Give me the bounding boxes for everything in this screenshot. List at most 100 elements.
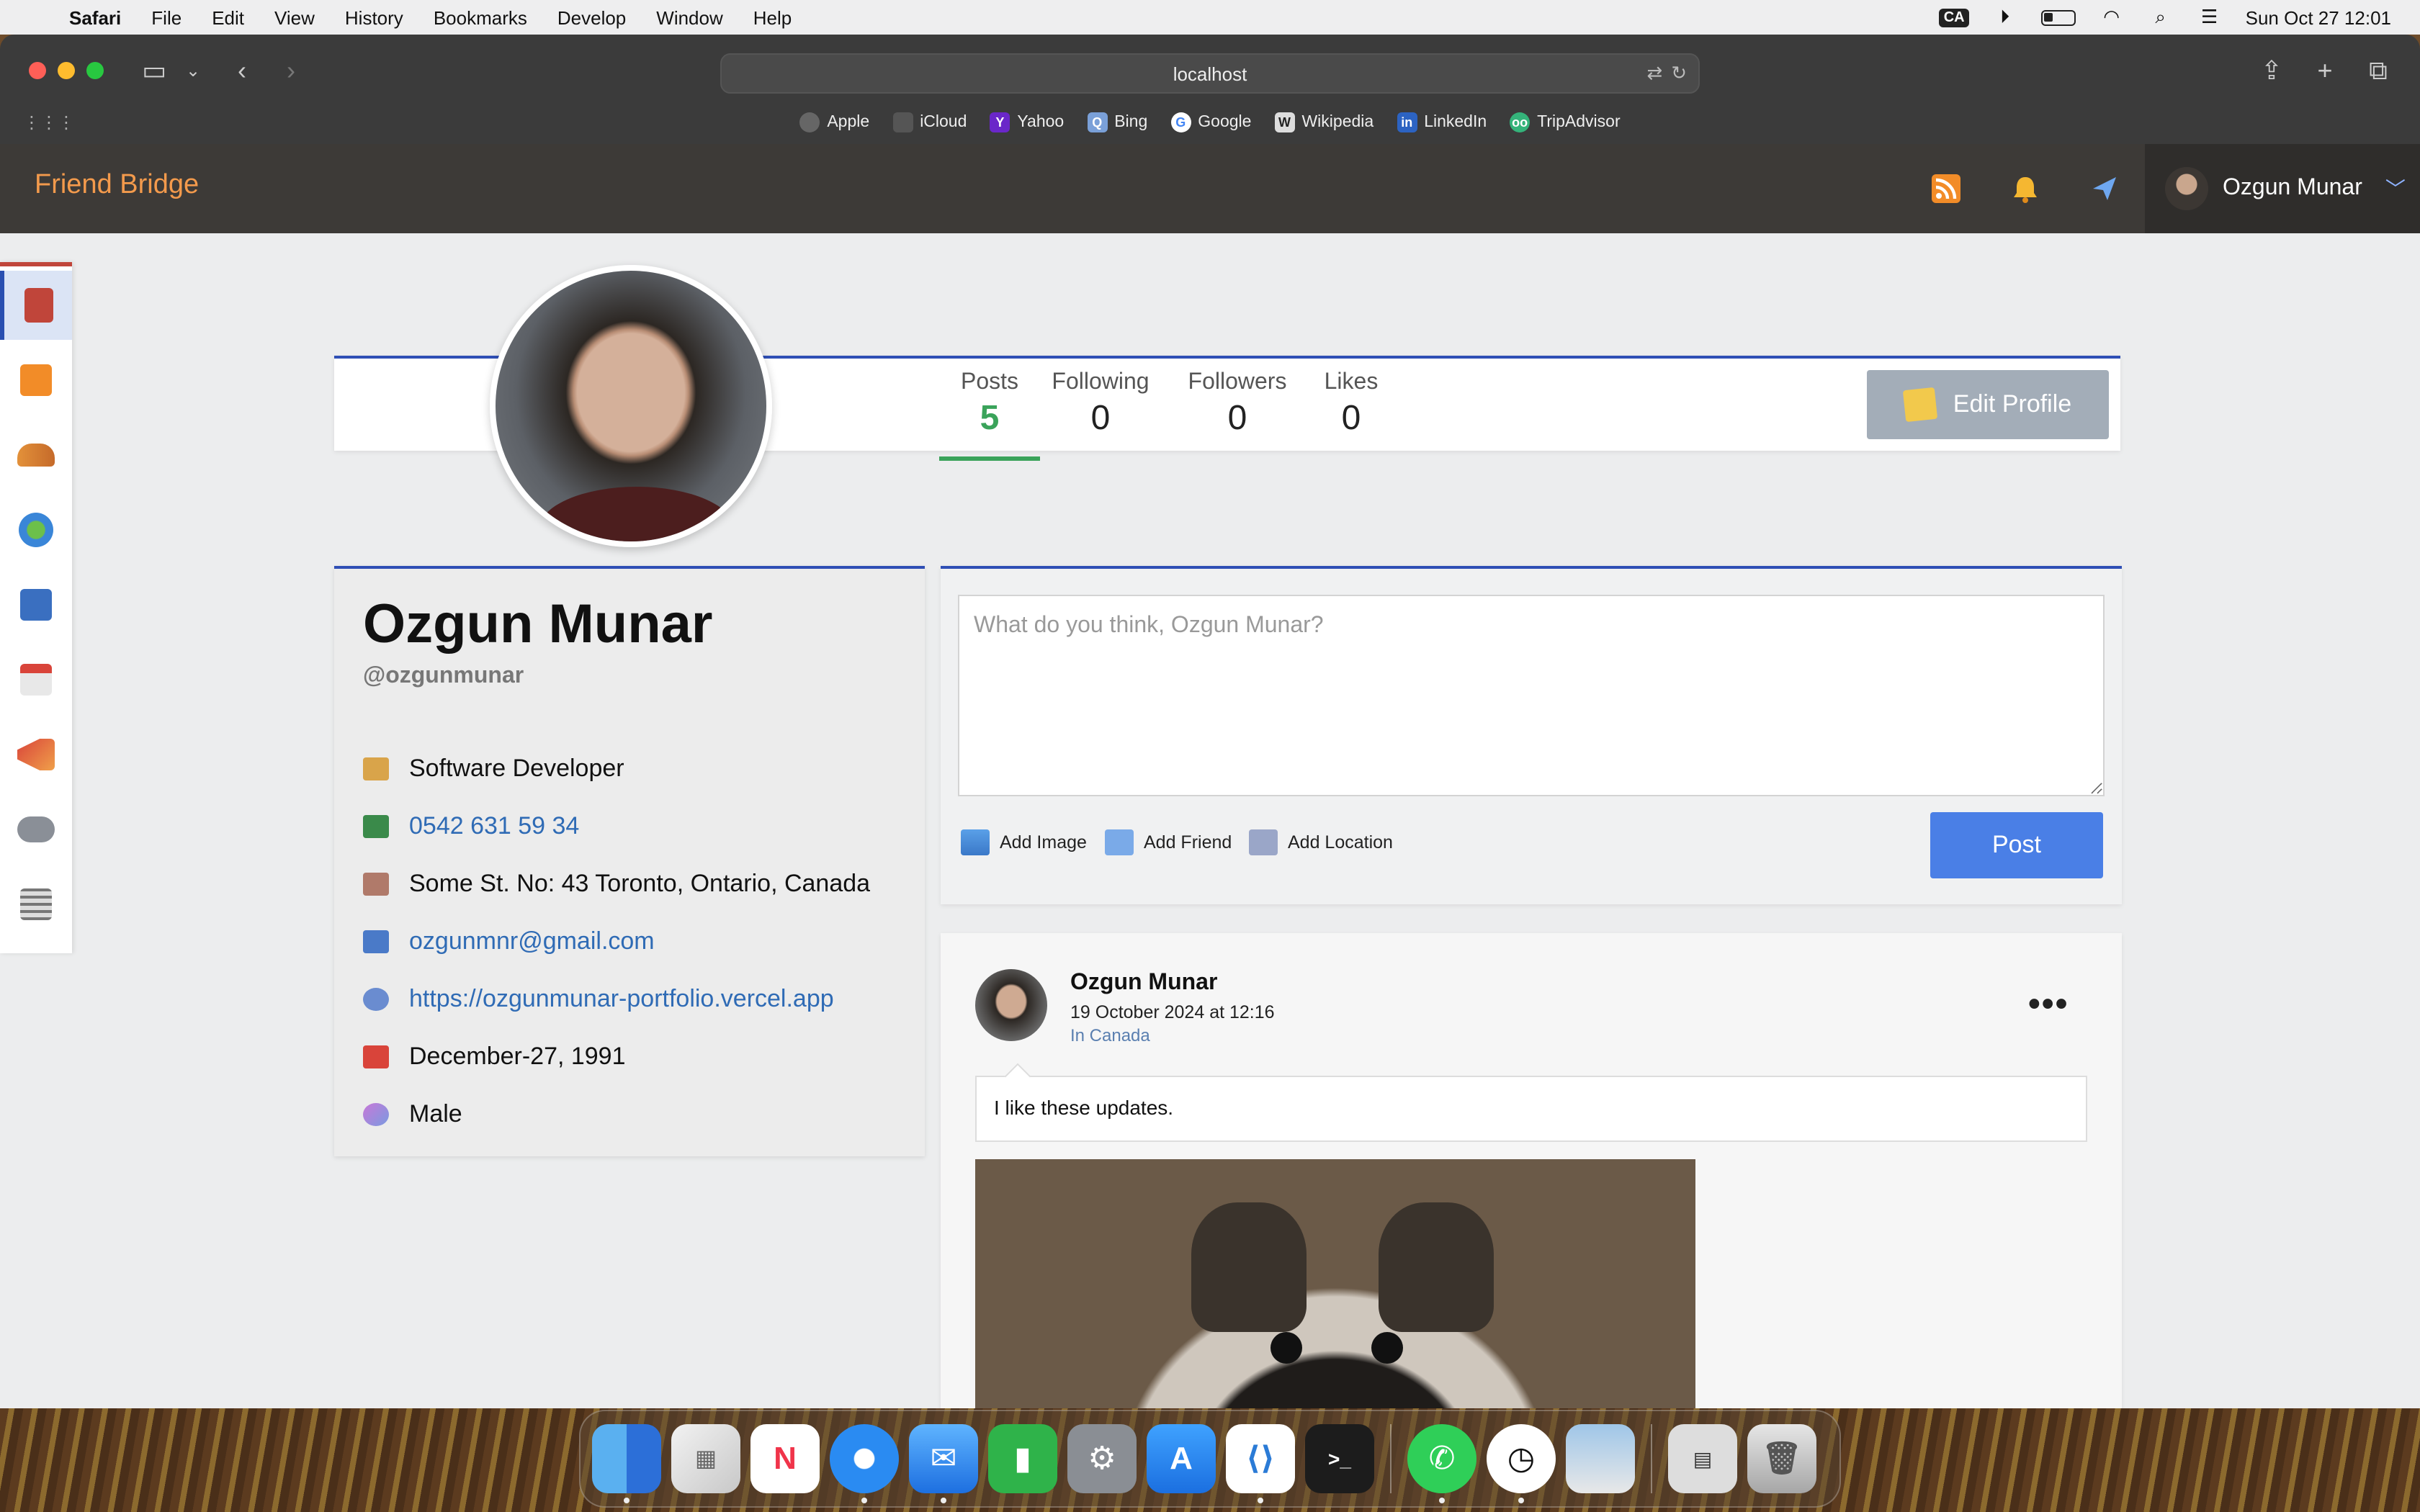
megaphone-icon xyxy=(17,739,55,770)
input-source-badge[interactable]: CA xyxy=(1939,8,1969,27)
rss-icon[interactable] xyxy=(1929,171,1963,206)
mail-icon[interactable]: ✉ xyxy=(909,1424,978,1503)
sidebar-item-explore[interactable] xyxy=(0,495,72,564)
safari-icon[interactable] xyxy=(830,1424,899,1503)
whatsapp-icon[interactable]: ✆ xyxy=(1407,1424,1476,1503)
play-icon[interactable]: ⏵ xyxy=(1992,6,2018,27)
profile-phone[interactable]: 0542 631 59 34 xyxy=(409,812,579,841)
url-text: localhost xyxy=(1173,63,1247,84)
post-button[interactable]: Post xyxy=(1930,812,2103,878)
running-indicator xyxy=(624,1498,629,1503)
new-tab-icon[interactable]: + xyxy=(2308,52,2342,89)
search-icon[interactable]: ⌕ xyxy=(2148,6,2174,27)
stat-value: 0 xyxy=(1090,399,1111,438)
favorite-google[interactable]: G Google xyxy=(1170,112,1251,132)
vscode-icon[interactable]: ⟨⟩ xyxy=(1226,1424,1295,1503)
documents-stack-icon[interactable]: ▤ xyxy=(1668,1424,1737,1493)
add-friend-button[interactable]: Add Friend xyxy=(1105,829,1232,855)
translate-icon[interactable]: ⇄ xyxy=(1646,62,1662,85)
menu-app-name[interactable]: Safari xyxy=(69,6,121,28)
back-icon[interactable]: ‹ xyxy=(225,52,259,89)
stat-likes[interactable]: Likes 0 xyxy=(1319,370,1383,439)
menu-window[interactable]: Window xyxy=(656,6,723,28)
favorite-label: Wikipedia xyxy=(1301,114,1374,131)
post-author[interactable]: Ozgun Munar xyxy=(1070,971,1217,996)
edit-profile-label: Edit Profile xyxy=(1953,390,2072,418)
stat-posts[interactable]: Posts 5 xyxy=(939,370,1040,461)
add-friend-label: Add Friend xyxy=(1144,832,1232,852)
sidebar-toggle-icon[interactable]: ▭ xyxy=(137,52,171,89)
sidebar-item-profile[interactable] xyxy=(0,271,72,340)
more-options-icon[interactable]: ••• xyxy=(2028,985,2069,1025)
favorite-label: LinkedIn xyxy=(1424,114,1487,131)
share-icon[interactable]: ⇪ xyxy=(2254,52,2289,89)
forward-icon[interactable]: › xyxy=(274,52,308,89)
send-icon[interactable] xyxy=(2087,171,2122,206)
menu-edit[interactable]: Edit xyxy=(212,6,244,28)
add-image-button[interactable]: Add Image xyxy=(961,829,1087,855)
control-center-icon[interactable]: ☰ xyxy=(2197,6,2223,27)
address-bar[interactable]: localhost ⇄ ↻ xyxy=(720,53,1700,94)
profile-website[interactable]: https://ozgunmunar-portfolio.vercel.app xyxy=(409,985,834,1014)
running-indicator xyxy=(1518,1498,1524,1503)
menu-history[interactable]: History xyxy=(345,6,403,28)
wifi-icon[interactable]: ◠ xyxy=(2099,6,2125,27)
edit-profile-button[interactable]: Edit Profile xyxy=(1867,370,2109,439)
app-store-icon[interactable]: A xyxy=(1147,1424,1216,1493)
post-input[interactable] xyxy=(958,595,2105,796)
favorite-bing[interactable]: Q Bing xyxy=(1087,112,1147,132)
menubar-clock[interactable]: Sun Oct 27 12:01 xyxy=(2246,6,2391,28)
menu-file[interactable]: File xyxy=(151,6,182,28)
trash-icon[interactable]: 🗑 xyxy=(1747,1424,1816,1493)
profile-email-row: ozgunmnr@gmail.com xyxy=(363,927,655,956)
sidebar-item-saved[interactable] xyxy=(0,570,72,639)
add-location-button[interactable]: Add Location xyxy=(1249,829,1393,855)
profile-gender-row: Male xyxy=(363,1100,462,1129)
zoom-window-button[interactable] xyxy=(86,62,104,79)
sidebar-item-announcements[interactable] xyxy=(0,720,72,789)
preview-icon[interactable] xyxy=(1566,1424,1635,1493)
close-window-button[interactable] xyxy=(29,62,46,79)
favorite-yahoo[interactable]: Y Yahoo xyxy=(990,112,1064,132)
clock-icon[interactable]: ◷ xyxy=(1487,1424,1556,1503)
macos-dock: ▦ N ✉ ▮ ⚙ A ⟨⟩ >_ ✆ ◷ ▤ 🗑 xyxy=(579,1410,1841,1508)
launchpad-icon[interactable]: ▦ xyxy=(671,1424,740,1493)
favorite-wikipedia[interactable]: W Wikipedia xyxy=(1274,112,1373,132)
sidebar-item-events[interactable] xyxy=(0,645,72,714)
favorite-apple[interactable]: Apple xyxy=(799,112,869,132)
news-icon[interactable]: N xyxy=(750,1424,820,1493)
favorite-linkedin[interactable]: in LinkedIn xyxy=(1397,112,1487,132)
sidebar-item-friends[interactable] xyxy=(0,420,72,490)
user-menu[interactable]: Ozgun Munar ﹀ xyxy=(2145,144,2420,233)
terminal-icon[interactable]: >_ xyxy=(1305,1424,1374,1493)
profile-avatar[interactable] xyxy=(490,265,772,547)
minimize-window-button[interactable] xyxy=(58,62,75,79)
brand-logo[interactable]: Friend Bridge xyxy=(35,170,199,202)
sidebar-item-games[interactable] xyxy=(0,795,72,864)
battery-icon[interactable] xyxy=(2040,9,2076,25)
menu-help[interactable]: Help xyxy=(753,6,792,28)
menu-develop[interactable]: Develop xyxy=(557,6,626,28)
bing-icon: Q xyxy=(1087,112,1108,132)
reload-icon[interactable]: ↻ xyxy=(1671,62,1687,85)
menu-view[interactable]: View xyxy=(274,6,315,28)
avatar[interactable] xyxy=(975,969,1047,1041)
tab-overview-icon[interactable]: ⧉ xyxy=(2361,52,2396,89)
system-settings-icon[interactable]: ⚙ xyxy=(1067,1424,1137,1493)
sidebar-item-news[interactable] xyxy=(0,870,72,939)
profile-email[interactable]: ozgunmnr@gmail.com xyxy=(409,927,655,956)
stat-followers[interactable]: Followers 0 xyxy=(1181,370,1294,439)
chevron-down-icon[interactable]: ⌄ xyxy=(176,52,210,89)
post-image[interactable] xyxy=(975,1159,1695,1408)
numbers-icon[interactable]: ▮ xyxy=(988,1424,1057,1493)
bell-icon[interactable] xyxy=(2008,171,2043,206)
favorite-tripadvisor[interactable]: oo TripAdvisor xyxy=(1510,112,1621,132)
sidebar-item-feed[interactable] xyxy=(0,346,72,415)
stat-following[interactable]: Following 0 xyxy=(1046,370,1155,439)
finder-icon[interactable] xyxy=(592,1424,661,1503)
people-icon xyxy=(17,444,55,467)
favorite-icloud[interactable]: iCloud xyxy=(892,112,967,132)
rss-icon xyxy=(20,364,52,396)
running-indicator xyxy=(941,1498,946,1503)
menu-bookmarks[interactable]: Bookmarks xyxy=(434,6,527,28)
